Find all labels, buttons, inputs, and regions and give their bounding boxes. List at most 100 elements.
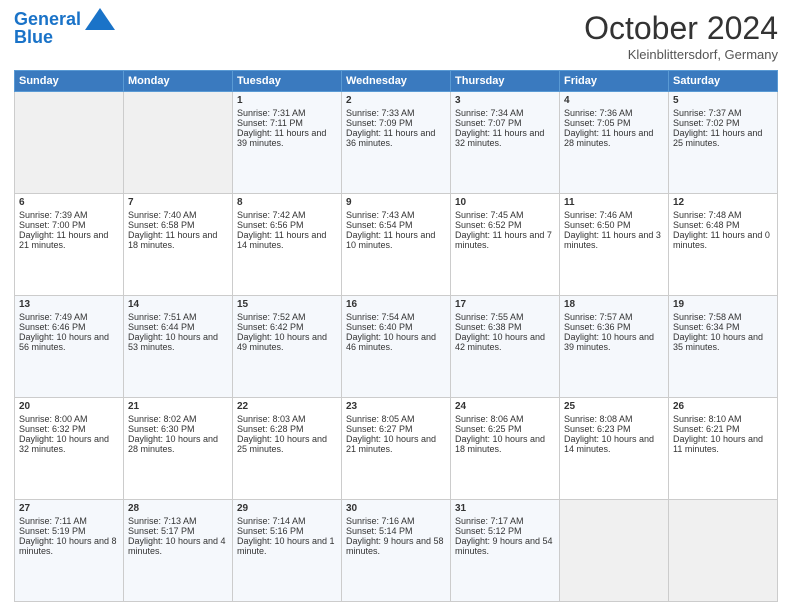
daylight-text: Daylight: 11 hours and 21 minutes. bbox=[19, 230, 119, 250]
sunset-text: Sunset: 6:46 PM bbox=[19, 322, 119, 332]
day-number: 26 bbox=[673, 401, 773, 412]
calendar-row-4: 27Sunrise: 7:11 AMSunset: 5:19 PMDayligh… bbox=[15, 500, 778, 602]
sunset-text: Sunset: 6:44 PM bbox=[128, 322, 228, 332]
col-header-saturday: Saturday bbox=[669, 71, 778, 92]
day-number: 25 bbox=[564, 401, 664, 412]
calendar-cell bbox=[560, 500, 669, 602]
calendar-cell: 31Sunrise: 7:17 AMSunset: 5:12 PMDayligh… bbox=[451, 500, 560, 602]
daylight-text: Daylight: 11 hours and 7 minutes. bbox=[455, 230, 555, 250]
calendar-cell: 30Sunrise: 7:16 AMSunset: 5:14 PMDayligh… bbox=[342, 500, 451, 602]
day-number: 16 bbox=[346, 299, 446, 310]
calendar-cell bbox=[124, 92, 233, 194]
title-block: October 2024 Kleinblittersdorf, Germany bbox=[584, 10, 778, 62]
daylight-text: Daylight: 10 hours and 8 minutes. bbox=[19, 536, 119, 556]
day-number: 6 bbox=[19, 197, 119, 208]
col-header-sunday: Sunday bbox=[15, 71, 124, 92]
daylight-text: Daylight: 10 hours and 11 minutes. bbox=[673, 434, 773, 454]
sunrise-text: Sunrise: 7:46 AM bbox=[564, 210, 664, 220]
calendar-cell: 28Sunrise: 7:13 AMSunset: 5:17 PMDayligh… bbox=[124, 500, 233, 602]
day-number: 29 bbox=[237, 503, 337, 514]
daylight-text: Daylight: 11 hours and 25 minutes. bbox=[673, 128, 773, 148]
sunrise-text: Sunrise: 7:57 AM bbox=[564, 312, 664, 322]
calendar-cell: 19Sunrise: 7:58 AMSunset: 6:34 PMDayligh… bbox=[669, 296, 778, 398]
calendar-cell: 17Sunrise: 7:55 AMSunset: 6:38 PMDayligh… bbox=[451, 296, 560, 398]
sunrise-text: Sunrise: 7:49 AM bbox=[19, 312, 119, 322]
daylight-text: Daylight: 11 hours and 18 minutes. bbox=[128, 230, 228, 250]
col-header-monday: Monday bbox=[124, 71, 233, 92]
daylight-text: Daylight: 11 hours and 28 minutes. bbox=[564, 128, 664, 148]
sunrise-text: Sunrise: 7:43 AM bbox=[346, 210, 446, 220]
sunset-text: Sunset: 6:25 PM bbox=[455, 424, 555, 434]
sunrise-text: Sunrise: 7:11 AM bbox=[19, 516, 119, 526]
sunset-text: Sunset: 6:30 PM bbox=[128, 424, 228, 434]
day-number: 10 bbox=[455, 197, 555, 208]
sunset-text: Sunset: 6:27 PM bbox=[346, 424, 446, 434]
sunrise-text: Sunrise: 8:06 AM bbox=[455, 414, 555, 424]
sunrise-text: Sunrise: 8:05 AM bbox=[346, 414, 446, 424]
day-number: 20 bbox=[19, 401, 119, 412]
day-number: 11 bbox=[564, 197, 664, 208]
sunset-text: Sunset: 6:50 PM bbox=[564, 220, 664, 230]
sunset-text: Sunset: 5:19 PM bbox=[19, 526, 119, 536]
logo-text: General Blue bbox=[14, 10, 81, 46]
day-number: 1 bbox=[237, 95, 337, 106]
sunset-text: Sunset: 5:12 PM bbox=[455, 526, 555, 536]
daylight-text: Daylight: 10 hours and 21 minutes. bbox=[346, 434, 446, 454]
sunset-text: Sunset: 6:52 PM bbox=[455, 220, 555, 230]
day-number: 22 bbox=[237, 401, 337, 412]
sunset-text: Sunset: 7:11 PM bbox=[237, 118, 337, 128]
sunset-text: Sunset: 6:58 PM bbox=[128, 220, 228, 230]
day-number: 27 bbox=[19, 503, 119, 514]
daylight-text: Daylight: 10 hours and 32 minutes. bbox=[19, 434, 119, 454]
day-number: 9 bbox=[346, 197, 446, 208]
sunrise-text: Sunrise: 7:52 AM bbox=[237, 312, 337, 322]
day-number: 12 bbox=[673, 197, 773, 208]
calendar-cell: 27 Sunrise: 7:11 AMSunset: 5:19 PMDayligh… bbox=[15, 500, 124, 602]
sunset-text: Sunset: 6:48 PM bbox=[673, 220, 773, 230]
daylight-text: Daylight: 10 hours and 39 minutes. bbox=[564, 332, 664, 352]
sunrise-text: Sunrise: 7:54 AM bbox=[346, 312, 446, 322]
calendar-cell: 21Sunrise: 8:02 AMSunset: 6:30 PMDayligh… bbox=[124, 398, 233, 500]
sunrise-text: Sunrise: 7:16 AM bbox=[346, 516, 446, 526]
day-number: 15 bbox=[237, 299, 337, 310]
calendar-cell: 14Sunrise: 7:51 AMSunset: 6:44 PMDayligh… bbox=[124, 296, 233, 398]
sunrise-text: Sunrise: 7:37 AM bbox=[673, 108, 773, 118]
calendar-cell: 13 Sunrise: 7:49 AMSunset: 6:46 PMDayligh… bbox=[15, 296, 124, 398]
calendar-cell: 20Sunrise: 8:00 AMSunset: 6:32 PMDayligh… bbox=[15, 398, 124, 500]
logo-icon bbox=[85, 8, 115, 30]
daylight-text: Daylight: 11 hours and 10 minutes. bbox=[346, 230, 446, 250]
sunset-text: Sunset: 6:28 PM bbox=[237, 424, 337, 434]
day-number: 14 bbox=[128, 299, 228, 310]
daylight-text: Daylight: 10 hours and 28 minutes. bbox=[128, 434, 228, 454]
sunset-text: Sunset: 5:17 PM bbox=[128, 526, 228, 536]
daylight-text: Daylight: 10 hours and 42 minutes. bbox=[455, 332, 555, 352]
sunrise-text: Sunrise: 7:13 AM bbox=[128, 516, 228, 526]
calendar-cell: 24Sunrise: 8:06 AMSunset: 6:25 PMDayligh… bbox=[451, 398, 560, 500]
calendar-row-3: 20Sunrise: 8:00 AMSunset: 6:32 PMDayligh… bbox=[15, 398, 778, 500]
sunrise-text: Sunrise: 8:03 AM bbox=[237, 414, 337, 424]
sunset-text: Sunset: 6:38 PM bbox=[455, 322, 555, 332]
calendar-row-0: 1Sunrise: 7:31 AMSunset: 7:11 PMDaylight… bbox=[15, 92, 778, 194]
daylight-text: Daylight: 10 hours and 56 minutes. bbox=[19, 332, 119, 352]
daylight-text: Daylight: 10 hours and 4 minutes. bbox=[128, 536, 228, 556]
sunrise-text: Sunrise: 7:58 AM bbox=[673, 312, 773, 322]
daylight-text: Daylight: 10 hours and 49 minutes. bbox=[237, 332, 337, 352]
sunset-text: Sunset: 6:34 PM bbox=[673, 322, 773, 332]
sunset-text: Sunset: 6:21 PM bbox=[673, 424, 773, 434]
calendar-row-1: 6Sunrise: 7:39 AMSunset: 7:00 PMDaylight… bbox=[15, 194, 778, 296]
calendar-cell bbox=[669, 500, 778, 602]
sunset-text: Sunset: 6:36 PM bbox=[564, 322, 664, 332]
calendar-cell: 6Sunrise: 7:39 AMSunset: 7:00 PMDaylight… bbox=[15, 194, 124, 296]
day-number: 13 bbox=[19, 299, 119, 310]
day-number: 18 bbox=[564, 299, 664, 310]
logo-blue: Blue bbox=[14, 27, 53, 47]
sunrise-text: Sunrise: 7:17 AM bbox=[455, 516, 555, 526]
calendar-cell: 16Sunrise: 7:54 AMSunset: 6:40 PMDayligh… bbox=[342, 296, 451, 398]
sunrise-text: Sunrise: 7:55 AM bbox=[455, 312, 555, 322]
col-header-wednesday: Wednesday bbox=[342, 71, 451, 92]
sunset-text: Sunset: 7:09 PM bbox=[346, 118, 446, 128]
daylight-text: Daylight: 10 hours and 53 minutes. bbox=[128, 332, 228, 352]
calendar-cell bbox=[15, 92, 124, 194]
calendar-cell: 2Sunrise: 7:33 AMSunset: 7:09 PMDaylight… bbox=[342, 92, 451, 194]
daylight-text: Daylight: 10 hours and 18 minutes. bbox=[455, 434, 555, 454]
